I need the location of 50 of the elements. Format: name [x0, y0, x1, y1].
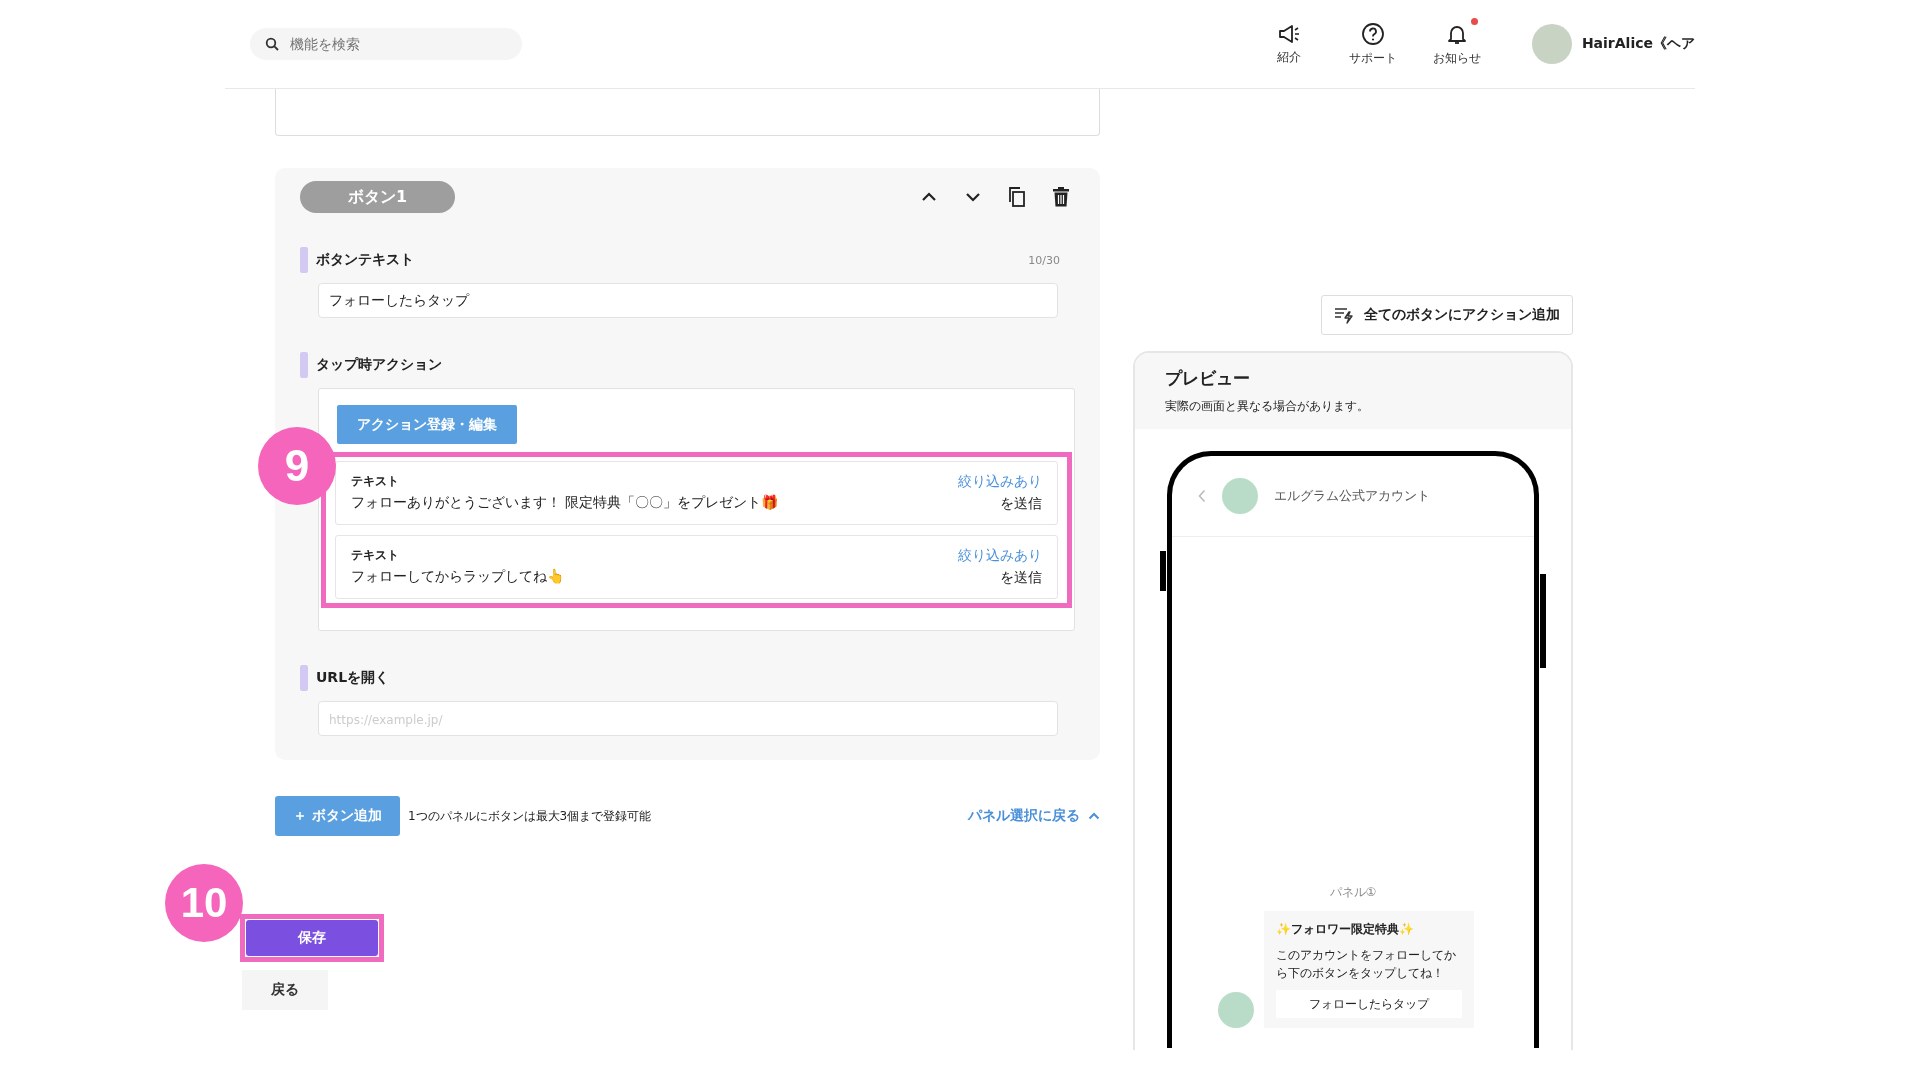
save-button[interactable]: 保存 [246, 920, 378, 956]
trash-icon [1052, 187, 1070, 207]
step-number-badge: 9 [258, 427, 336, 505]
send-label: を送信 [1000, 569, 1042, 587]
send-label: を送信 [1000, 495, 1042, 513]
chevron-up-icon [1088, 812, 1100, 820]
action-message: フォローしてからラップしてね👆 [351, 568, 564, 586]
preview-note: 実際の画面と異なる場合があります。 [1165, 398, 1370, 415]
header-nav-item[interactable]: サポート [1341, 21, 1404, 67]
back-chevron-icon [1198, 489, 1206, 503]
button-text-field[interactable]: フォローしたらタップ [318, 283, 1058, 318]
megaphone-icon [1276, 22, 1301, 45]
search-icon [265, 37, 279, 51]
chevron-down-icon [965, 192, 981, 202]
limit-note: 1つのパネルにボタンは最大3個まで登録可能 [407, 807, 652, 825]
action-type: テキスト [351, 547, 400, 564]
message-button[interactable]: フォローしたらタップ [1276, 990, 1462, 1018]
avatar-placeholder [1531, 24, 1572, 64]
step-number-badge: 10 [165, 864, 243, 942]
filter-link[interactable]: 絞り込みあり [958, 547, 1042, 565]
character-counter: 10/30 [1028, 253, 1060, 267]
button-tag: ボタン1 [300, 181, 455, 213]
section-label: タップ時アクション [316, 356, 442, 374]
filter-link[interactable]: 絞り込みあり [958, 473, 1042, 491]
panel-label: パネル① [1329, 884, 1377, 901]
action-type: テキスト [351, 473, 400, 490]
message-title: ✨フォロワー限定特典✨ [1276, 921, 1415, 938]
action-item[interactable]: テキスト フォローしてからラップしてね👆 絞り込みあり を送信 [335, 535, 1058, 599]
copy-icon [1008, 187, 1026, 207]
bulk-action-button[interactable]: 全てのボタンにアクション追加 [1321, 295, 1573, 335]
avatar-placeholder [1222, 478, 1258, 514]
preview-title: プレビュー [1165, 367, 1251, 390]
account-name: エルグラム公式アカウント [1274, 487, 1430, 505]
user-name[interactable]: HairAlice《ヘア [1581, 35, 1695, 53]
help-icon [1360, 21, 1385, 46]
action-item[interactable]: テキスト フォローありがとうございます！ 限定特典「〇〇」をプレゼント🎁 絞り込みあり を送信 [335, 461, 1058, 525]
section-marker [300, 247, 308, 273]
search-field[interactable]: 機能を検索 [250, 28, 522, 60]
action-message: フォローありがとうございます！ 限定特典「〇〇」をプレゼント🎁 [351, 494, 779, 512]
avatar-placeholder [1218, 992, 1254, 1028]
chevron-up-icon [921, 192, 937, 202]
section-marker [300, 665, 308, 691]
list-bolt-icon [1334, 306, 1354, 324]
section-label: URLを開く [316, 669, 390, 687]
section-marker [300, 352, 308, 378]
back-button[interactable]: 戻る [242, 970, 328, 1010]
header-nav-item[interactable]: 紹介 [1257, 22, 1320, 66]
section-label: ボタンテキスト [316, 251, 414, 269]
message-text: このアカウントをフォローしてから下のボタンをタップしてね！ [1276, 947, 1457, 982]
header-nav-item[interactable]: お知らせ [1425, 21, 1488, 67]
